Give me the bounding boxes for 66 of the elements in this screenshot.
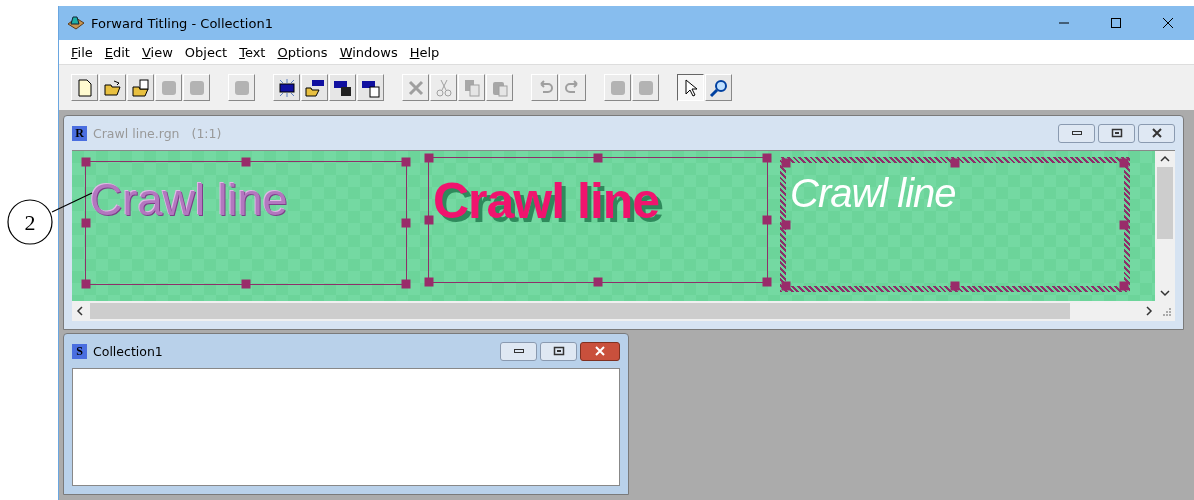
title-text: Crawl line [790, 171, 956, 216]
menu-item[interactable]: Edit [98, 44, 136, 60]
restore-button[interactable] [540, 341, 577, 361]
close-button[interactable] [1138, 123, 1175, 143]
close-icon [1162, 17, 1174, 29]
resize-handle[interactable] [1119, 220, 1129, 229]
resize-handle[interactable] [424, 153, 434, 163]
resize-handle[interactable] [81, 157, 91, 167]
leader-line [51, 192, 93, 213]
menu-item[interactable]: Help [403, 44, 446, 60]
zoom-ratio: (1:1) [191, 125, 222, 141]
window-title: Forward Titling - Collection1 [91, 15, 273, 31]
minimize-button[interactable] [500, 341, 537, 361]
menu-item[interactable]: File [65, 44, 99, 60]
minimize-icon [1070, 129, 1083, 137]
search-icon [708, 77, 729, 98]
resize-handle[interactable] [593, 277, 603, 287]
callout-circle [7, 199, 53, 245]
toolbar-button[interactable] [677, 74, 704, 101]
resize-handle[interactable] [950, 281, 960, 291]
open-folder-icon [102, 77, 123, 98]
resize-handle[interactable] [950, 158, 960, 168]
film-sparkle-icon [276, 77, 297, 98]
close-button[interactable] [580, 341, 620, 361]
minimize-icon [512, 347, 525, 355]
resize-handle[interactable] [401, 157, 411, 167]
window-title: Crawl line.rgn [93, 125, 180, 141]
title-text: Crawl line [433, 172, 660, 230]
close-icon [1150, 128, 1163, 138]
resize-handle[interactable] [401, 279, 411, 289]
film-folder-icon [304, 77, 325, 98]
restore-icon [552, 346, 565, 356]
resize-handle[interactable] [424, 277, 434, 287]
window-title: Collection1 [93, 343, 163, 359]
window-icon: S [72, 343, 87, 359]
scroll-left-icon[interactable] [76, 306, 84, 316]
resize-handle[interactable] [241, 279, 251, 289]
resize-handle[interactable] [424, 215, 434, 225]
menu-item[interactable]: Text [233, 44, 272, 60]
cut-icon [433, 77, 454, 98]
scroll-down-icon[interactable] [1160, 289, 1170, 297]
folder-document-icon [130, 77, 151, 98]
scroll-up-icon[interactable] [1160, 155, 1170, 163]
menu-item[interactable]: Options [271, 44, 334, 60]
resize-handle[interactable] [593, 153, 603, 163]
menu-item[interactable]: Object [178, 44, 234, 60]
window-icon: R [72, 125, 87, 141]
maximize-icon [1110, 17, 1122, 29]
resize-handle[interactable] [81, 218, 91, 228]
scroll-right-icon[interactable] [1145, 306, 1153, 316]
menu-item[interactable]: Windows [333, 44, 404, 60]
resize-handle[interactable] [81, 279, 91, 289]
title-text: Crawl line [90, 174, 288, 226]
collection-list[interactable] [72, 368, 620, 486]
menu-item[interactable]: View [135, 44, 179, 60]
resize-handle[interactable] [1119, 158, 1129, 168]
resize-handle[interactable] [241, 157, 251, 167]
resize-grip-icon[interactable] [1161, 306, 1171, 316]
restore-icon [1110, 128, 1123, 138]
restore-button[interactable] [1098, 123, 1135, 143]
callout-number: 2 [24, 210, 36, 235]
close-icon [594, 346, 606, 356]
app-logo-icon [67, 15, 85, 31]
resize-handle[interactable] [401, 218, 411, 228]
minimize-button[interactable] [1058, 123, 1095, 143]
resize-handle[interactable] [1119, 281, 1129, 291]
